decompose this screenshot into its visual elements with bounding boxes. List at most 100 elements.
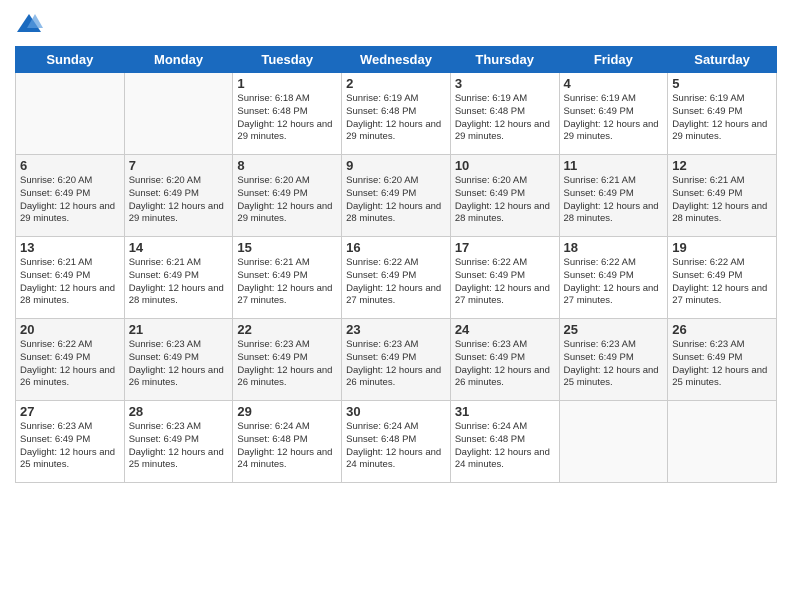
day-number: 19	[672, 240, 772, 255]
day-info: Sunrise: 6:23 AM Sunset: 6:49 PM Dayligh…	[237, 339, 337, 390]
calendar-cell: 31 Sunrise: 6:24 AM Sunset: 6:48 PM Dayli…	[450, 401, 559, 483]
day-number: 4	[564, 76, 664, 91]
calendar-cell	[16, 73, 125, 155]
calendar: SundayMondayTuesdayWednesdayThursdayFrid…	[15, 46, 777, 483]
day-info: Sunrise: 6:22 AM Sunset: 6:49 PM Dayligh…	[346, 257, 446, 308]
calendar-cell: 19 Sunrise: 6:22 AM Sunset: 6:49 PM Dayli…	[668, 237, 777, 319]
day-info: Sunrise: 6:23 AM Sunset: 6:49 PM Dayligh…	[20, 421, 120, 472]
calendar-cell: 17Sunrise: 6:22 AM Sunset: 6:49 PM Dayli…	[450, 237, 559, 319]
calendar-cell: 24 Sunrise: 6:23 AM Sunset: 6:49 PM Dayli…	[450, 319, 559, 401]
calendar-cell	[668, 401, 777, 483]
calendar-cell: 2 Sunrise: 6:19 AM Sunset: 6:48 PM Daylig…	[342, 73, 451, 155]
day-info: Sunrise: 6:20 AM Sunset: 6:49 PM Dayligh…	[455, 175, 555, 226]
calendar-cell: 28 Sunrise: 6:23 AM Sunset: 6:49 PM Dayli…	[124, 401, 233, 483]
day-number: 9	[346, 158, 446, 173]
calendar-cell: 13Sunrise: 6:21 AM Sunset: 6:49 PM Dayli…	[16, 237, 125, 319]
day-number: 7	[129, 158, 229, 173]
day-number: 16	[346, 240, 446, 255]
day-info: Sunrise: 6:24 AM Sunset: 6:48 PM Dayligh…	[237, 421, 337, 472]
calendar-cell: 1Sunrise: 6:18 AM Sunset: 6:48 PM Daylig…	[233, 73, 342, 155]
logo	[15, 10, 47, 38]
day-number: 2	[346, 76, 446, 91]
day-info: Sunrise: 6:18 AM Sunset: 6:48 PM Dayligh…	[237, 93, 337, 144]
calendar-cell: 23Sunrise: 6:23 AM Sunset: 6:49 PM Dayli…	[342, 319, 451, 401]
day-number: 30	[346, 404, 446, 419]
calendar-cell: 25 Sunrise: 6:23 AM Sunset: 6:49 PM Dayli…	[559, 319, 668, 401]
day-number: 28	[129, 404, 229, 419]
page: SundayMondayTuesdayWednesdayThursdayFrid…	[0, 0, 792, 612]
day-info: Sunrise: 6:19 AM Sunset: 6:48 PM Dayligh…	[346, 93, 446, 144]
day-number: 29	[237, 404, 337, 419]
day-number: 12	[672, 158, 772, 173]
day-number: 11	[564, 158, 664, 173]
calendar-cell: 15 Sunrise: 6:21 AM Sunset: 6:49 PM Dayli…	[233, 237, 342, 319]
weekday-header-row: SundayMondayTuesdayWednesdayThursdayFrid…	[16, 47, 777, 73]
calendar-cell: 12 Sunrise: 6:21 AM Sunset: 6:49 PM Dayli…	[668, 155, 777, 237]
day-number: 25	[564, 322, 664, 337]
calendar-cell: 20 Sunrise: 6:22 AM Sunset: 6:49 PM Dayli…	[16, 319, 125, 401]
day-number: 10	[455, 158, 555, 173]
calendar-cell: 11Sunrise: 6:21 AM Sunset: 6:49 PM Dayli…	[559, 155, 668, 237]
calendar-cell	[124, 73, 233, 155]
weekday-header: Sunday	[16, 47, 125, 73]
calendar-cell: 5Sunrise: 6:19 AM Sunset: 6:49 PM Daylig…	[668, 73, 777, 155]
calendar-cell: 14 Sunrise: 6:21 AM Sunset: 6:49 PM Dayli…	[124, 237, 233, 319]
calendar-cell: 22 Sunrise: 6:23 AM Sunset: 6:49 PM Dayli…	[233, 319, 342, 401]
weekday-header: Friday	[559, 47, 668, 73]
weekday-header: Monday	[124, 47, 233, 73]
calendar-week-row: 27Sunrise: 6:23 AM Sunset: 6:49 PM Dayli…	[16, 401, 777, 483]
day-info: Sunrise: 6:22 AM Sunset: 6:49 PM Dayligh…	[672, 257, 772, 308]
day-number: 22	[237, 322, 337, 337]
weekday-header: Saturday	[668, 47, 777, 73]
header	[15, 10, 777, 38]
calendar-week-row: 13 Sunrise: 6:21 AM Sunset: 6:49 PM Dayli…	[16, 237, 777, 319]
calendar-cell: 8Sunrise: 6:20 AM Sunset: 6:49 PM Daylig…	[233, 155, 342, 237]
day-info: Sunrise: 6:24 AM Sunset: 6:48 PM Dayligh…	[455, 421, 555, 472]
weekday-header: Wednesday	[342, 47, 451, 73]
day-info: Sunrise: 6:20 AM Sunset: 6:49 PM Dayligh…	[20, 175, 120, 226]
day-number: 26	[672, 322, 772, 337]
calendar-cell: 9 Sunrise: 6:20 AM Sunset: 6:49 PM Daylig…	[342, 155, 451, 237]
day-info: Sunrise: 6:23 AM Sunset: 6:49 PM Dayligh…	[129, 421, 229, 472]
calendar-cell: 21 Sunrise: 6:23 AM Sunset: 6:49 PM Dayli…	[124, 319, 233, 401]
day-info: Sunrise: 6:19 AM Sunset: 6:49 PM Dayligh…	[672, 93, 772, 144]
day-info: Sunrise: 6:22 AM Sunset: 6:49 PM Dayligh…	[20, 339, 120, 390]
logo-icon	[15, 10, 43, 38]
day-number: 20	[20, 322, 120, 337]
day-info: Sunrise: 6:20 AM Sunset: 6:49 PM Dayligh…	[237, 175, 337, 226]
day-number: 18	[564, 240, 664, 255]
day-number: 3	[455, 76, 555, 91]
day-info: Sunrise: 6:20 AM Sunset: 6:49 PM Dayligh…	[346, 175, 446, 226]
day-info: Sunrise: 6:23 AM Sunset: 6:49 PM Dayligh…	[346, 339, 446, 390]
calendar-cell: 29 Sunrise: 6:24 AM Sunset: 6:48 PM Dayli…	[233, 401, 342, 483]
calendar-cell: 4 Sunrise: 6:19 AM Sunset: 6:49 PM Daylig…	[559, 73, 668, 155]
calendar-week-row: 20 Sunrise: 6:22 AM Sunset: 6:49 PM Dayli…	[16, 319, 777, 401]
day-info: Sunrise: 6:19 AM Sunset: 6:49 PM Dayligh…	[564, 93, 664, 144]
day-number: 31	[455, 404, 555, 419]
calendar-cell: 30 Sunrise: 6:24 AM Sunset: 6:48 PM Dayli…	[342, 401, 451, 483]
day-number: 24	[455, 322, 555, 337]
day-info: Sunrise: 6:23 AM Sunset: 6:49 PM Dayligh…	[564, 339, 664, 390]
calendar-week-row: 1Sunrise: 6:18 AM Sunset: 6:48 PM Daylig…	[16, 73, 777, 155]
weekday-header: Tuesday	[233, 47, 342, 73]
calendar-cell: 7Sunrise: 6:20 AM Sunset: 6:49 PM Daylig…	[124, 155, 233, 237]
day-number: 14	[129, 240, 229, 255]
day-info: Sunrise: 6:24 AM Sunset: 6:48 PM Dayligh…	[346, 421, 446, 472]
weekday-header: Thursday	[450, 47, 559, 73]
calendar-cell: 27Sunrise: 6:23 AM Sunset: 6:49 PM Dayli…	[16, 401, 125, 483]
day-info: Sunrise: 6:23 AM Sunset: 6:49 PM Dayligh…	[455, 339, 555, 390]
calendar-cell: 18 Sunrise: 6:22 AM Sunset: 6:49 PM Dayli…	[559, 237, 668, 319]
day-info: Sunrise: 6:21 AM Sunset: 6:49 PM Dayligh…	[129, 257, 229, 308]
day-number: 17	[455, 240, 555, 255]
day-info: Sunrise: 6:21 AM Sunset: 6:49 PM Dayligh…	[237, 257, 337, 308]
day-number: 6	[20, 158, 120, 173]
calendar-cell: 10 Sunrise: 6:20 AM Sunset: 6:49 PM Dayli…	[450, 155, 559, 237]
calendar-week-row: 6 Sunrise: 6:20 AM Sunset: 6:49 PM Daylig…	[16, 155, 777, 237]
day-info: Sunrise: 6:22 AM Sunset: 6:49 PM Dayligh…	[564, 257, 664, 308]
day-info: Sunrise: 6:23 AM Sunset: 6:49 PM Dayligh…	[129, 339, 229, 390]
day-info: Sunrise: 6:21 AM Sunset: 6:49 PM Dayligh…	[672, 175, 772, 226]
day-number: 15	[237, 240, 337, 255]
day-number: 13	[20, 240, 120, 255]
calendar-cell	[559, 401, 668, 483]
day-number: 21	[129, 322, 229, 337]
